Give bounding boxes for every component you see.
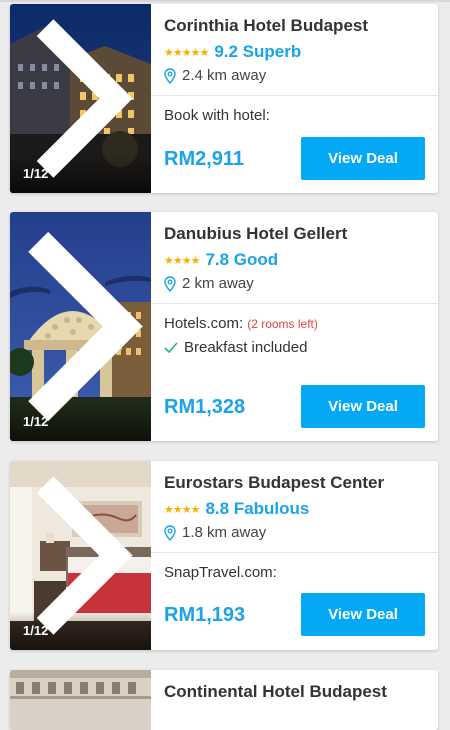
hotel-name[interactable]: Corinthia Hotel Budapest bbox=[164, 16, 368, 36]
provider-label: SnapTravel.com: bbox=[164, 564, 277, 581]
hotel-photo-image bbox=[10, 670, 151, 730]
divider bbox=[151, 303, 438, 304]
hotel-name[interactable]: Continental Hotel Budapest bbox=[164, 682, 387, 702]
hotel-name[interactable]: Danubius Hotel Gellert bbox=[164, 224, 347, 244]
chevron-right-icon[interactable] bbox=[10, 212, 151, 441]
hotel-info: Continental Hotel Budapest bbox=[151, 670, 438, 730]
chevron-right-icon[interactable] bbox=[10, 4, 151, 193]
star-icon: ★★★★ bbox=[164, 503, 200, 516]
hotel-card[interactable]: 1/12 Danubius Hotel Gellert ★★★★ 7.8 Goo… bbox=[10, 212, 438, 441]
hotel-photo[interactable] bbox=[10, 670, 151, 730]
provider-row: Hotels.com: (2 rooms left) bbox=[164, 315, 318, 332]
distance-text: 2.4 km away bbox=[182, 67, 267, 84]
hotel-info: Danubius Hotel Gellert ★★★★ 7.8 Good 2 k… bbox=[151, 212, 438, 441]
price: RM1,193 bbox=[164, 604, 246, 626]
chevron-right-icon[interactable] bbox=[10, 461, 151, 650]
location-pin-icon bbox=[164, 524, 176, 541]
hotel-name[interactable]: Eurostars Budapest Center bbox=[164, 473, 384, 493]
rating-score: 9.2 Superb bbox=[214, 42, 302, 61]
top-divider bbox=[0, 0, 450, 2]
price: RM1,328 bbox=[164, 396, 246, 418]
location-pin-icon bbox=[164, 67, 176, 84]
star-icon: ★★★★★ bbox=[164, 46, 209, 59]
distance-text: 1.8 km away bbox=[182, 524, 267, 541]
distance-row: 2.4 km away bbox=[164, 67, 266, 84]
hotel-card[interactable]: 1/12 Eurostars Budapest Center ★★★★ 8.8 … bbox=[10, 461, 438, 650]
rating-score: 8.8 Fabulous bbox=[205, 499, 310, 518]
amenity-text: Breakfast included bbox=[184, 339, 308, 356]
rating-score: 7.8 Good bbox=[205, 250, 279, 269]
view-deal-button[interactable]: View Deal bbox=[301, 593, 425, 636]
rating-row: ★★★★ 7.8 Good bbox=[164, 250, 278, 270]
distance-row: 2 km away bbox=[164, 275, 254, 292]
distance-text: 2 km away bbox=[182, 275, 254, 292]
rating-row: ★★★★ 8.8 Fabulous bbox=[164, 499, 309, 519]
rating-row: ★★★★★ 9.2 Superb bbox=[164, 42, 301, 62]
distance-row: 1.8 km away bbox=[164, 524, 266, 541]
price: RM2,911 bbox=[164, 148, 245, 170]
view-deal-button[interactable]: View Deal bbox=[301, 385, 425, 428]
amenity-row: Breakfast included bbox=[164, 339, 307, 356]
check-icon bbox=[164, 341, 178, 353]
hotel-photo[interactable]: 1/12 bbox=[10, 4, 151, 193]
location-pin-icon bbox=[164, 275, 176, 292]
hotel-info: Eurostars Budapest Center ★★★★ 8.8 Fabul… bbox=[151, 461, 438, 650]
hotel-photo[interactable]: 1/12 bbox=[10, 212, 151, 441]
hotel-card[interactable]: Continental Hotel Budapest bbox=[10, 670, 438, 730]
provider-label: Hotels.com: bbox=[164, 315, 244, 332]
hotel-photo[interactable]: 1/12 bbox=[10, 461, 151, 650]
hotel-info: Corinthia Hotel Budapest ★★★★★ 9.2 Super… bbox=[151, 4, 438, 193]
divider bbox=[151, 552, 438, 553]
view-deal-button[interactable]: View Deal bbox=[301, 137, 425, 180]
hotel-card[interactable]: 1/12 Corinthia Hotel Budapest ★★★★★ 9.2 … bbox=[10, 4, 438, 193]
provider-label: Book with hotel: bbox=[164, 107, 270, 124]
rooms-left-badge: (2 rooms left) bbox=[247, 317, 318, 331]
star-icon: ★★★★ bbox=[164, 254, 200, 267]
divider bbox=[151, 95, 438, 96]
